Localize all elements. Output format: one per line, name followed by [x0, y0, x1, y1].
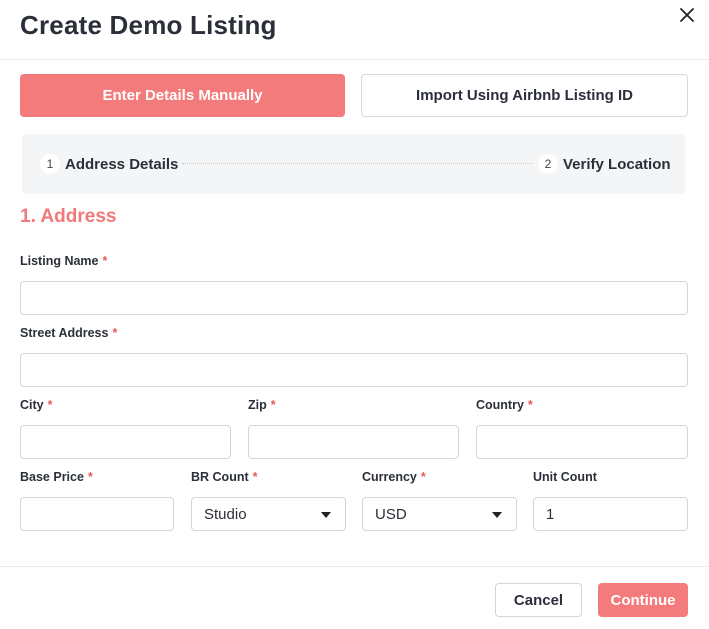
cancel-button[interactable]: Cancel [495, 583, 582, 617]
city-input[interactable] [20, 425, 231, 459]
dialog-title: Create Demo Listing [20, 10, 277, 40]
label-text: Zip [248, 398, 267, 412]
step-address-details: 1 Address Details [40, 134, 178, 194]
close-icon[interactable] [677, 5, 697, 25]
base-price-input[interactable] [20, 497, 174, 531]
step-label: Verify Location [563, 155, 671, 173]
br-count-select[interactable]: Studio [191, 497, 346, 531]
city-label: City * [20, 398, 53, 412]
country-label: Country * [476, 398, 533, 412]
country-input[interactable] [476, 425, 688, 459]
label-text: Listing Name [20, 254, 99, 268]
currency-label: Currency * [362, 470, 426, 484]
required-mark: * [270, 398, 276, 412]
step-number: 1 [40, 154, 60, 174]
required-mark: * [527, 398, 533, 412]
label-text: BR Count [191, 470, 249, 484]
unit-count-label: Unit Count [533, 470, 597, 484]
listing-name-label: Listing Name * [20, 254, 107, 268]
required-mark: * [112, 326, 118, 340]
section-title: 1. Address [20, 206, 117, 227]
unit-count-input[interactable] [533, 497, 688, 531]
required-mark: * [252, 470, 258, 484]
br-count-label: BR Count * [191, 470, 258, 484]
required-mark: * [47, 398, 53, 412]
zip-label: Zip * [248, 398, 276, 412]
step-label: Address Details [65, 155, 179, 173]
zip-input[interactable] [248, 425, 459, 459]
tab-import-airbnb-listing[interactable]: Import Using Airbnb Listing ID [361, 74, 688, 117]
street-address-input[interactable] [20, 353, 688, 387]
br-count-value: Studio [204, 505, 247, 523]
dialog-header: Create Demo Listing [0, 0, 709, 60]
step-verify-location: 2 Verify Location [538, 134, 671, 194]
label-text: Base Price [20, 470, 84, 484]
tab-enter-details-manually[interactable]: Enter Details Manually [20, 74, 345, 117]
base-price-label: Base Price * [20, 470, 93, 484]
step-number: 2 [538, 154, 558, 174]
listing-name-input[interactable] [20, 281, 688, 315]
caret-down-icon [492, 512, 502, 518]
street-address-label: Street Address * [20, 326, 117, 340]
stepper: 1 Address Details 2 Verify Location [22, 134, 685, 194]
required-mark: * [420, 470, 426, 484]
label-text: Currency [362, 470, 417, 484]
caret-down-icon [321, 512, 331, 518]
currency-value: USD [375, 505, 407, 523]
continue-button[interactable]: Continue [598, 583, 688, 617]
label-text: Unit Count [533, 470, 597, 484]
step-connector [182, 163, 532, 164]
required-mark: * [87, 470, 93, 484]
create-listing-dialog: Create Demo Listing Enter Details Manual… [0, 0, 709, 629]
label-text: City [20, 398, 44, 412]
required-mark: * [102, 254, 108, 268]
label-text: Country [476, 398, 524, 412]
currency-select[interactable]: USD [362, 497, 517, 531]
label-text: Street Address [20, 326, 109, 340]
